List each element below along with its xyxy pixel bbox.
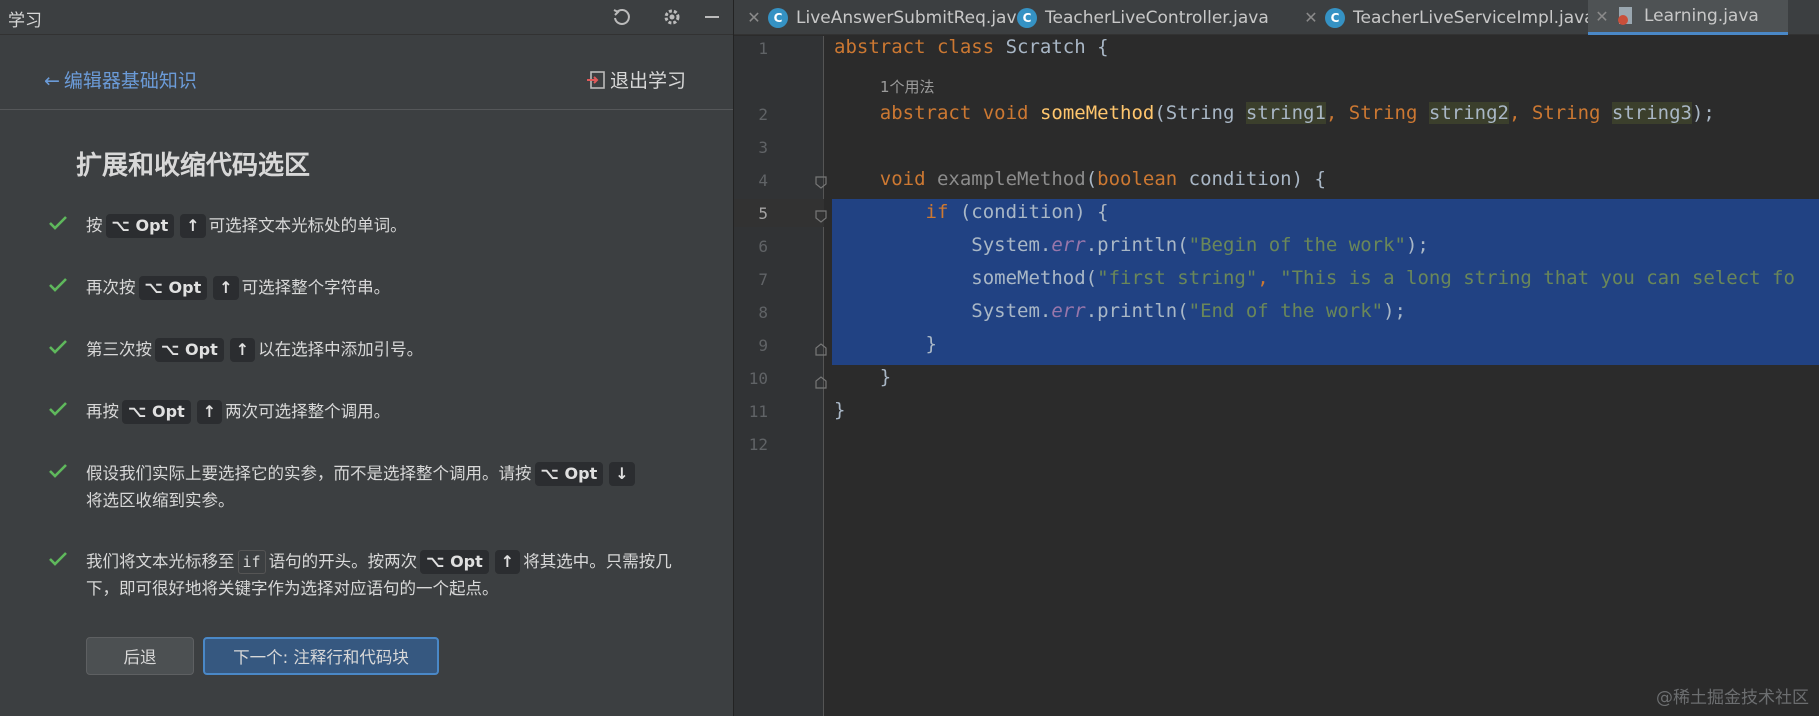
key-opt: ⌥ Opt xyxy=(138,276,208,300)
learning-panel: 学习 ← 编辑器基础知识 退出学习 扩展和收缩代码选区 按 ⌥ Opt ↑ 可选择文本光… xyxy=(0,0,733,716)
line-number: 6 xyxy=(758,237,768,256)
step-item: 我们将文本光标移至 if 语句的开头。按两次 ⌥ Opt ↑ 将其选中。只需按几下，即可很… xyxy=(48,548,688,602)
step-item: 第三次按 ⌥ Opt ↑ 以在选择中添加引号。 xyxy=(48,336,688,363)
check-icon xyxy=(48,274,86,297)
tab-teacher-live-controller[interactable]: ✕ C TeacherLiveController.java xyxy=(1017,0,1269,35)
step-item: 假设我们实际上要选择它的实参，而不是选择整个调用。请按 ⌥ Opt ↓ 将选区收缩到实… xyxy=(48,460,688,514)
line-number: 2 xyxy=(758,105,768,124)
class-icon: C xyxy=(768,7,788,28)
code-line: abstract class Scratch { xyxy=(834,36,1109,58)
class-icon: C xyxy=(1017,7,1037,28)
code-line: System.err.println("End of the work"); xyxy=(971,300,1406,322)
minimize-icon[interactable] xyxy=(697,2,727,32)
lesson-nav: ← 编辑器基础知识 退出学习 xyxy=(0,36,733,110)
key-opt: ⌥ Opt xyxy=(155,338,224,362)
key-up: ↑ xyxy=(229,338,256,362)
line-number: 1 xyxy=(758,39,768,58)
watermark: @稀土掘金技术社区 xyxy=(1656,688,1809,708)
code-line: } xyxy=(879,366,892,388)
back-button[interactable]: 后退 xyxy=(86,637,194,675)
code-line: } xyxy=(925,333,937,355)
restart-icon[interactable] xyxy=(607,2,637,32)
key-opt: ⌥ Opt xyxy=(122,400,191,424)
usage-hint[interactable]: 1个用法 xyxy=(880,76,935,97)
tab-live-answer-submit-req[interactable]: ✕ C LiveAnswerSubmitReq.java xyxy=(740,0,1027,35)
line-number: 3 xyxy=(758,138,768,157)
line-number: 8 xyxy=(758,303,768,322)
panel-header: 学习 xyxy=(0,0,733,35)
code-line: abstract void someMethod(String string1,… xyxy=(879,102,1715,124)
back-to-module-link[interactable]: ← 编辑器基础知识 xyxy=(44,66,197,93)
key-up: ↑ xyxy=(494,550,521,574)
check-icon xyxy=(48,212,86,235)
key-opt: ⌥ Opt xyxy=(420,550,489,574)
exit-icon xyxy=(587,70,605,89)
line-number: 11 xyxy=(748,402,768,421)
code-line: void exampleMethod(boolean condition) { xyxy=(879,168,1326,190)
class-icon: C xyxy=(1325,7,1345,28)
line-number: 4 xyxy=(758,171,768,190)
code-line: if (condition) { xyxy=(925,201,1109,223)
fold-icon[interactable] xyxy=(814,210,828,224)
key-up: ↑ xyxy=(196,400,223,424)
code-line: someMethod("first string", "This is a lo… xyxy=(971,267,1795,289)
step-item: 按 ⌥ Opt ↑ 可选择文本光标处的单词。 xyxy=(48,212,688,239)
key-opt: ⌥ Opt xyxy=(105,214,175,238)
fold-icon[interactable] xyxy=(814,342,828,356)
java-file-icon xyxy=(1618,7,1632,25)
line-number: 10 xyxy=(748,369,768,388)
arrow-left-icon: ← xyxy=(44,70,60,92)
code-editor[interactable]: 1 2 3 4 5 6 7 8 9 10 11 12 abstract clas… xyxy=(734,36,1819,716)
close-icon[interactable]: ✕ xyxy=(1588,7,1616,26)
check-icon xyxy=(48,548,86,571)
exit-learning-link[interactable]: 退出学习 xyxy=(586,66,686,93)
code-line: System.err.println("Begin of the work"); xyxy=(971,234,1429,256)
lesson-title: 扩展和收缩代码选区 xyxy=(76,151,311,181)
step-item: 再次按 ⌥ Opt ↑ 可选择整个字符串。 xyxy=(48,274,688,301)
line-number: 5 xyxy=(758,204,768,223)
line-number: 7 xyxy=(758,270,768,289)
line-number: 9 xyxy=(758,336,768,355)
code-line: } xyxy=(834,399,846,421)
fold-icon[interactable] xyxy=(814,375,828,389)
key-up: ↑ xyxy=(180,214,206,238)
panel-title: 学习 xyxy=(8,11,42,31)
check-icon xyxy=(48,460,86,483)
check-icon xyxy=(48,336,86,359)
key-opt: ⌥ Opt xyxy=(534,462,604,486)
key-up: ↑ xyxy=(213,276,239,300)
editor-tabs: ✕ C LiveAnswerSubmitReq.java ✕ C Teacher… xyxy=(734,0,1819,35)
gear-icon[interactable] xyxy=(657,2,687,32)
key-down: ↓ xyxy=(609,462,635,486)
tab-teacher-live-service-impl[interactable]: ✕ C TeacherLiveServiceImpl.java xyxy=(1297,0,1595,35)
step-item: 再按 ⌥ Opt ↑ 两次可选择整个调用。 xyxy=(48,398,688,425)
check-icon xyxy=(48,398,86,421)
next-lesson-button[interactable]: 下一个: 注释行和代码块 xyxy=(203,637,439,675)
close-icon[interactable]: ✕ xyxy=(1297,8,1325,27)
tab-learning[interactable]: ✕ Learning.java xyxy=(1588,0,1788,35)
inline-code: if xyxy=(237,550,266,574)
close-icon[interactable]: ✕ xyxy=(740,8,768,27)
fold-icon[interactable] xyxy=(814,176,828,190)
line-number: 12 xyxy=(748,435,768,454)
